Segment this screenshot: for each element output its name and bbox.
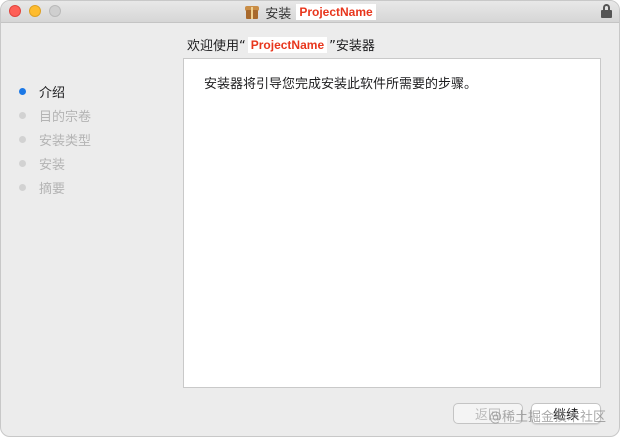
step-indicator-dot: [19, 159, 26, 167]
window-title-project-name: ProjectName: [296, 4, 376, 20]
installer-steps-sidebar: 介绍 目的宗卷 安装类型 安装 摘要: [19, 79, 91, 199]
step-label: 目的宗卷: [39, 109, 92, 125]
title-bar: 安装 ProjectName: [1, 1, 619, 23]
step-indicator-dot: [19, 111, 26, 119]
package-icon: [244, 5, 260, 19]
step-label: 安装类型: [39, 133, 92, 149]
heading-project-name: ProjectName: [247, 36, 328, 53]
step-indicator-dot: [19, 87, 26, 95]
step-label: 安装: [39, 157, 66, 173]
window-title: 安装 ProjectName: [1, 1, 619, 23]
step-label: 介绍: [39, 85, 66, 101]
page-heading: 欢迎使用“ ProjectName ”安装器: [187, 35, 375, 54]
watermark: @稀土掘金技术社区: [489, 410, 607, 425]
step-destination: 目的宗卷: [19, 103, 91, 127]
heading-suffix: ”安装器: [329, 39, 375, 54]
content-panel: 安装器将引导您完成安装此软件所需要的步骤。: [183, 58, 601, 388]
step-introduction: 介绍: [19, 79, 91, 103]
step-indicator-dot: [19, 135, 26, 143]
step-install: 安装: [19, 151, 91, 175]
intro-text: 安装器将引导您完成安装此软件所需要的步骤。: [204, 77, 478, 92]
window-title-text: 安装: [265, 6, 292, 22]
step-label: 摘要: [39, 181, 66, 197]
step-installation-type: 安装类型: [19, 127, 91, 151]
heading-prefix: 欢迎使用“: [187, 39, 246, 54]
step-indicator-dot: [19, 183, 26, 191]
lock-icon[interactable]: [601, 4, 612, 18]
installer-window: 安装 ProjectName 欢迎使用“ ProjectName ”安装器 介绍…: [0, 0, 620, 437]
step-summary: 摘要: [19, 175, 91, 199]
